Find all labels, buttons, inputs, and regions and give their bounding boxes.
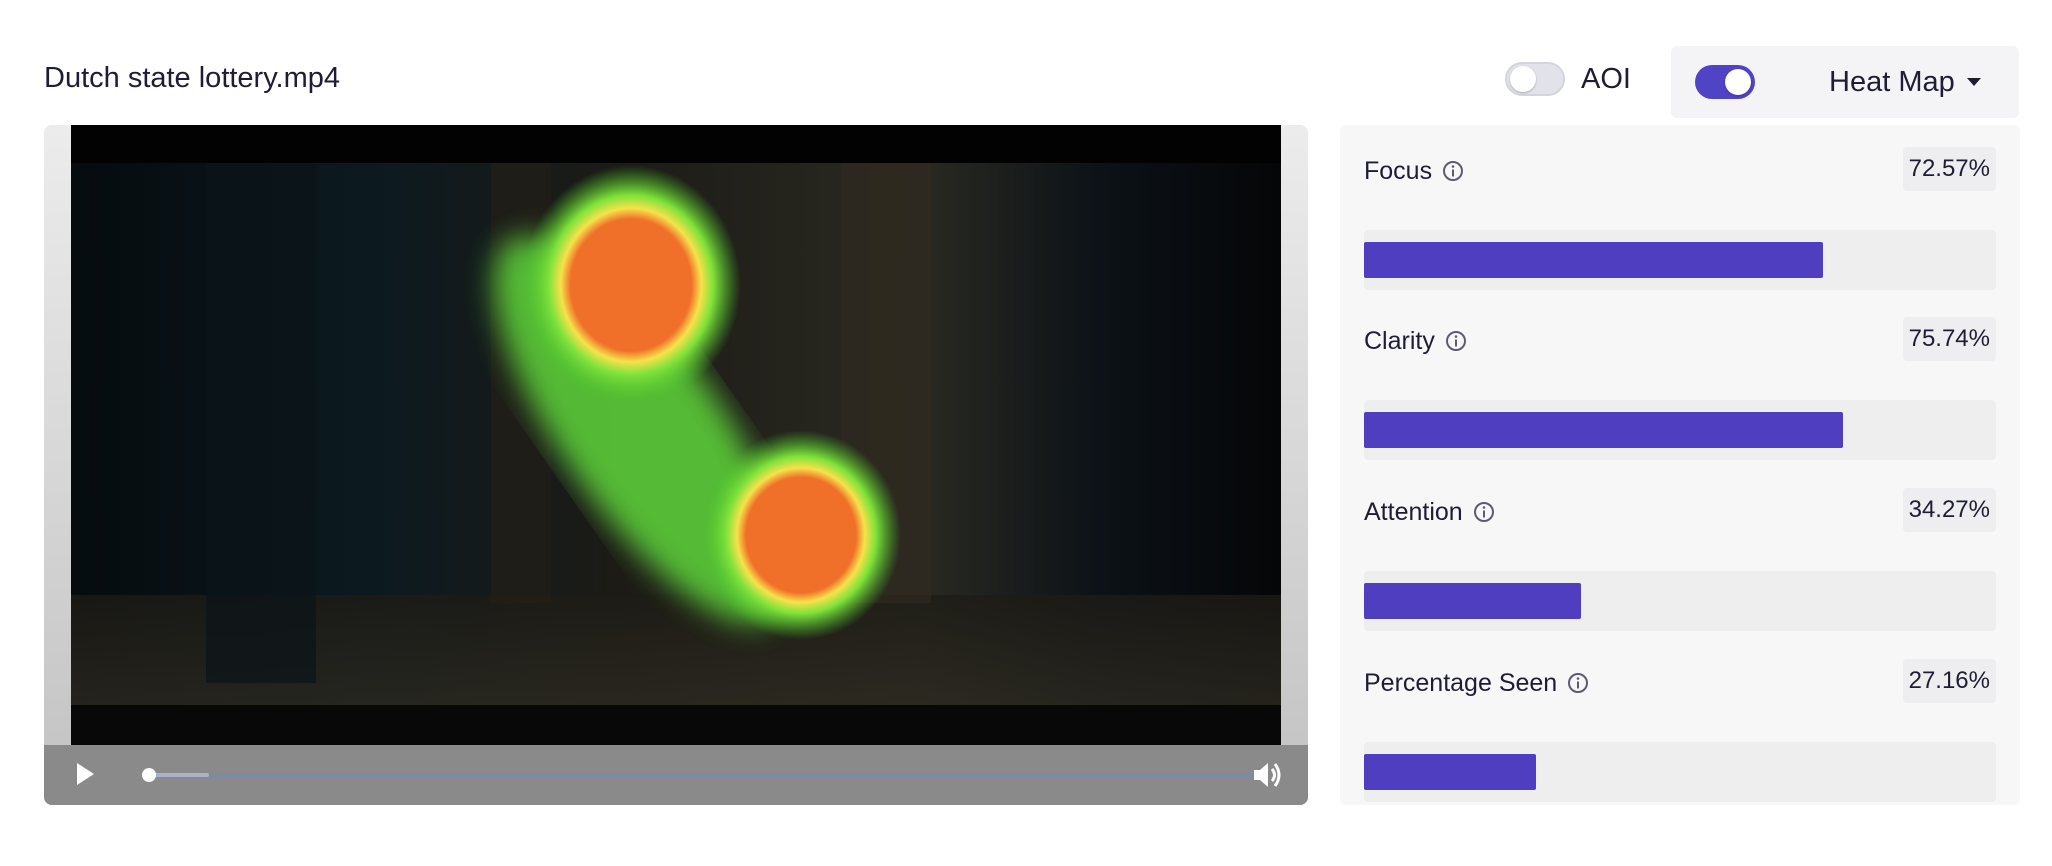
view-mode-label: Heat Map <box>1829 65 1955 98</box>
heatmap-toggle[interactable] <box>1695 65 1755 99</box>
metric-label: Attention <box>1364 497 1463 526</box>
aoi-toggle[interactable] <box>1505 62 1565 96</box>
video-letterbox-right <box>1281 125 1308 805</box>
metric-focus: Focus 72.57% <box>1364 145 1996 315</box>
metric-value: 34.27% <box>1902 488 1996 532</box>
metric-attention: Attention 34.27% <box>1364 486 1996 656</box>
metric-bar-fill <box>1364 754 1536 790</box>
metric-value: 72.57% <box>1902 147 1996 191</box>
metric-bar-track <box>1364 571 1996 631</box>
caret-down-icon <box>1966 78 1981 86</box>
metric-bar-track <box>1364 742 1996 802</box>
metric-label: Focus <box>1364 156 1433 185</box>
video-file-title: Dutch state lottery.mp4 <box>44 62 341 94</box>
volume-icon[interactable] <box>1252 761 1282 789</box>
metric-value: 27.16% <box>1902 659 1996 703</box>
info-icon[interactable] <box>1442 160 1464 182</box>
info-icon[interactable] <box>1473 501 1495 523</box>
metric-label: Clarity <box>1364 326 1435 355</box>
metric-bar-fill <box>1364 583 1581 619</box>
seek-handle[interactable] <box>142 768 156 782</box>
view-mode-dropdown[interactable]: Heat Map <box>1829 66 1981 99</box>
metric-header: Attention 34.27% <box>1364 486 1996 538</box>
info-icon[interactable] <box>1567 672 1589 694</box>
video-frame-image <box>71 125 1281 745</box>
metric-bar-track <box>1364 230 1996 290</box>
metric-bar-fill <box>1364 412 1843 448</box>
metric-header: Percentage Seen 27.16% <box>1364 657 1996 709</box>
info-icon[interactable] <box>1445 330 1467 352</box>
metric-clarity: Clarity 75.74% <box>1364 315 1996 485</box>
metric-header: Focus 72.57% <box>1364 145 1996 197</box>
video-player[interactable] <box>44 125 1308 805</box>
video-controls <box>44 745 1308 805</box>
metrics-panel: Focus 72.57% Clarity 75.74% Attention 34… <box>1340 125 2020 805</box>
metric-header: Clarity 75.74% <box>1364 315 1996 367</box>
play-icon[interactable] <box>77 763 94 785</box>
toggle-knob <box>1510 66 1536 92</box>
metric-value: 75.74% <box>1902 317 1996 361</box>
seek-bar[interactable] <box>142 768 1252 782</box>
video-frame <box>71 125 1281 745</box>
toggle-knob <box>1725 69 1751 95</box>
aoi-label: AOI <box>1581 62 1631 95</box>
metric-label: Percentage Seen <box>1364 668 1558 697</box>
metric-percentage-seen: Percentage Seen 27.16% <box>1364 657 1996 827</box>
metric-bar-fill <box>1364 242 1823 278</box>
video-letterbox-left <box>44 125 71 805</box>
heatmap-controls: Heat Map <box>1671 46 2019 118</box>
metric-bar-track <box>1364 400 1996 460</box>
aoi-toggle-group: AOI <box>1505 62 1631 96</box>
